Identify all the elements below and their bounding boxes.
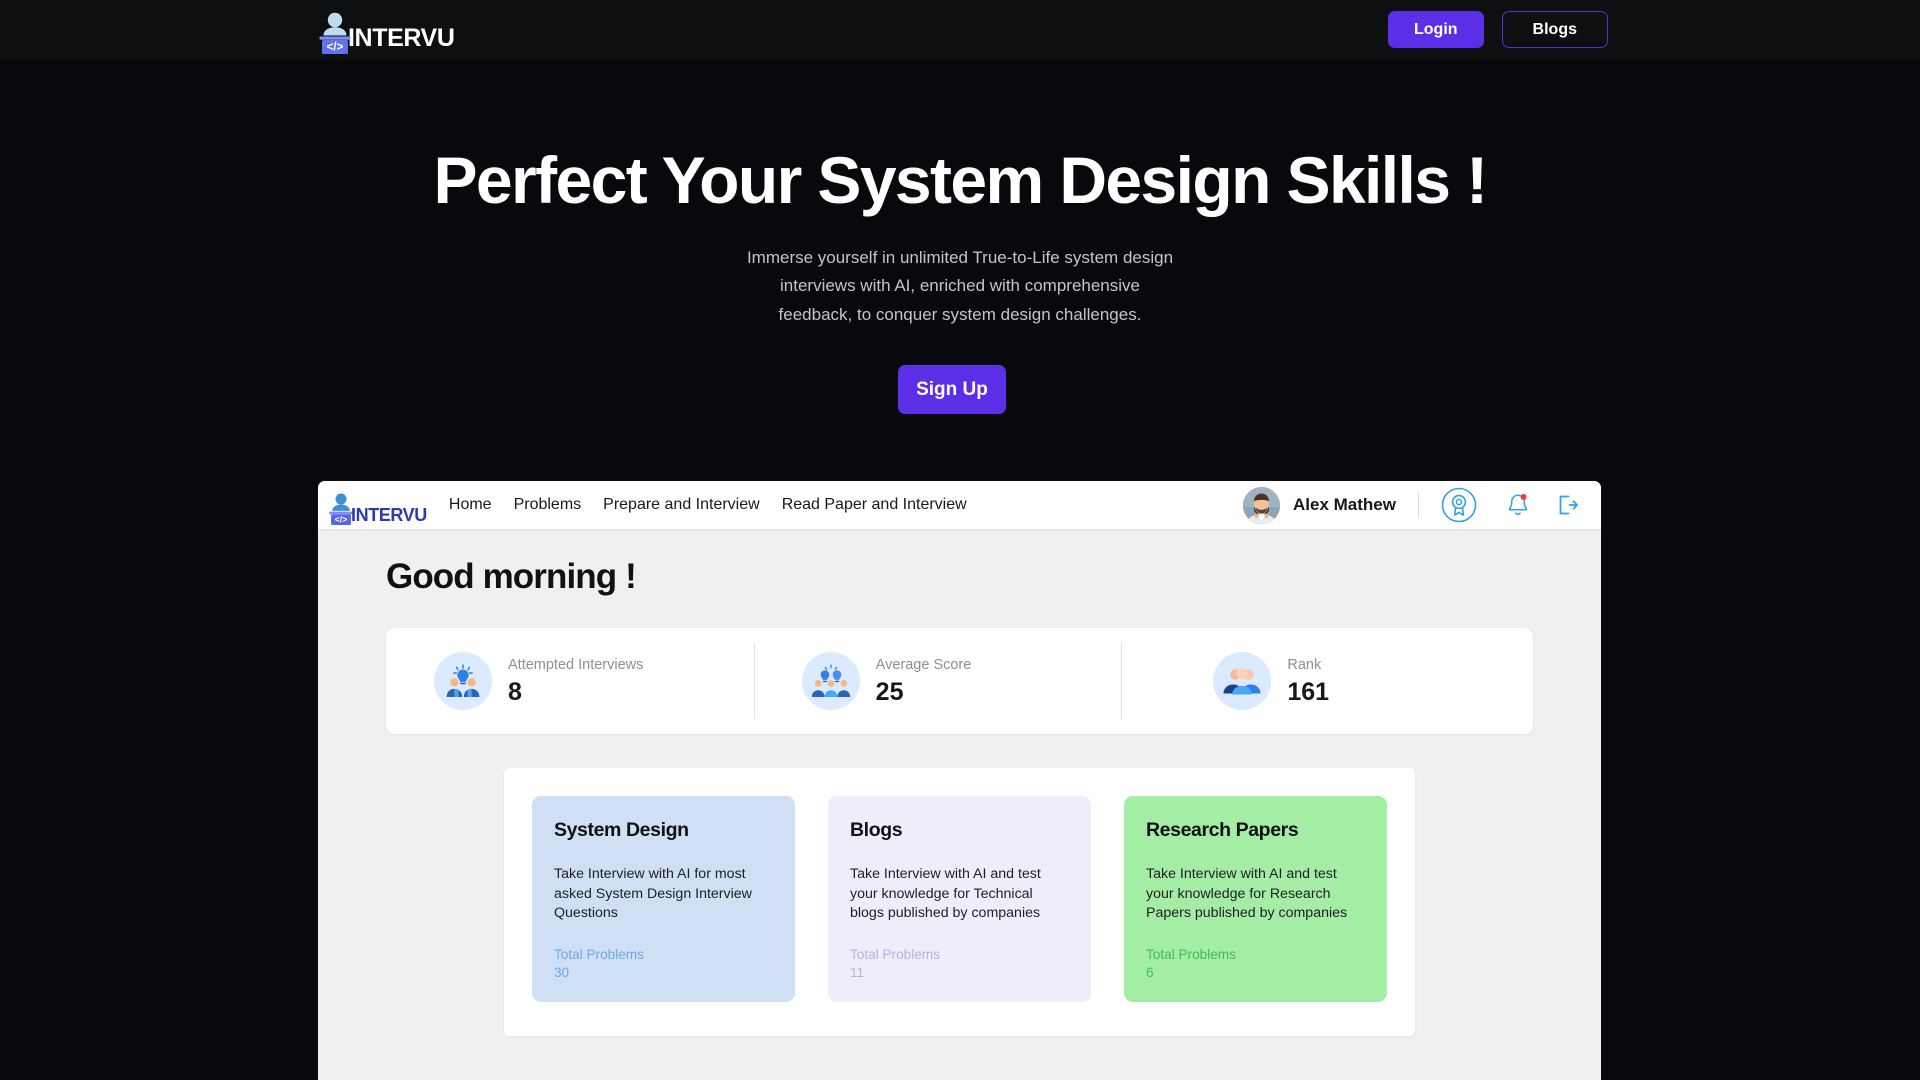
stat-label: Attempted Interviews [508,656,644,673]
brand-logo[interactable]: </> INTERVU [318,5,455,55]
stat-average-score: Average Score 25 [753,628,1122,734]
svg-text:</>: </> [327,41,344,53]
stat-label: Rank [1287,656,1322,673]
stat-value: 8 [508,677,522,706]
brand-name: INTERVU [348,24,455,52]
stats-summary-card: Attempted Interviews 8 Average Score 25 … [386,628,1533,734]
stat-rank: Rank 161 [1121,628,1533,734]
nav-link-prepare-and-interview[interactable]: Prepare and Interview [603,496,760,514]
stat-text: Average Score 25 [876,656,972,706]
card-meta: Total Problems 30 [554,924,773,982]
nav-link-read-paper-and-interview[interactable]: Read Paper and Interview [782,496,967,514]
topbar-actions: Login Blogs [1388,11,1608,48]
landing-page: </> INTERVU Login Blogs Perfect Your Sys… [0,0,1920,1080]
avatar[interactable] [1243,486,1281,524]
top-navbar: </> INTERVU Login Blogs [0,0,1920,60]
card-meta-value: 6 [1146,964,1154,980]
hero-subtitle: Immerse yourself in unlimited True-to-Li… [746,247,1174,324]
hero-title: Perfect Your System Design Skills ! [433,143,1489,217]
card-meta-value: 30 [554,964,570,980]
user-name[interactable]: Alex Mathew [1293,495,1396,515]
card-title: Blogs [850,819,903,841]
stat-value: 25 [875,677,904,706]
card-meta-value: 11 [850,964,865,980]
card-meta: Total Problems 11 [850,924,1069,982]
stat-text: Attempted Interviews 8 [508,656,643,706]
card-research-papers[interactable]: Research Papers Take Interview with AI a… [1124,796,1387,1002]
card-description: Take Interview with AI for most asked Sy… [554,866,752,921]
card-meta-label: Total Problems [554,946,644,962]
award-badge-icon[interactable] [1441,487,1477,523]
group-people-icon [1213,652,1272,710]
nav-link-home[interactable]: Home [449,496,492,514]
card-meta: Total Problems 6 [1146,924,1365,982]
svg-text:</>: </> [335,514,348,524]
dashboard-nav-links: Home Problems Prepare and Interview Read… [449,496,967,514]
greeting-heading: Good morning ! [386,557,637,596]
nav-link-problems[interactable]: Problems [514,496,582,514]
stat-attempted-interviews: Attempted Interviews 8 [386,628,754,734]
dashboard-brand-logo[interactable]: </> INTERVU [328,483,427,527]
nav-divider [1418,492,1419,518]
person-podium-code-icon: </> [318,11,352,55]
dashboard-navbar: </> INTERVU Home Problems Prepare and In… [318,481,1601,529]
notification-bell-icon[interactable] [1507,492,1529,518]
card-description: Take Interview with AI and test your kno… [1146,866,1348,921]
card-meta-label: Total Problems [1146,946,1236,962]
card-system-design[interactable]: System Design Take Interview with AI for… [532,796,795,1002]
dashboard-body: Good morning ! Attempted Interviews 8 Av… [318,557,1601,1036]
hero-cta-wrapper: Sign Up [0,365,1920,415]
stat-text: Rank 161 [1287,656,1329,706]
card-description: Take Interview with AI and test your kno… [850,866,1041,921]
group-lightbulbs-icon [801,652,860,710]
dashboard-brand-name: INTERVU [351,505,427,525]
dashboard-nav-right: Alex Mathew [1243,486,1579,524]
card-meta-label: Total Problems [850,946,940,962]
dashboard-preview: </> INTERVU Home Problems Prepare and In… [318,481,1601,1080]
blogs-button[interactable]: Blogs [1501,11,1608,48]
card-blogs[interactable]: Blogs Take Interview with AI and test yo… [828,796,1091,1002]
card-title: System Design [554,819,689,841]
logout-icon[interactable] [1555,493,1579,517]
product-cards-panel: System Design Take Interview with AI for… [504,768,1415,1036]
hero-section: Perfect Your System Design Skills ! Imme… [0,60,1920,415]
people-lightbulb-icon [434,652,492,710]
card-title: Research Papers [1146,819,1299,841]
sign-up-button[interactable]: Sign Up [898,365,1006,415]
stat-value: 161 [1287,677,1330,706]
stat-label: Average Score [875,656,972,673]
login-button[interactable]: Login [1388,11,1484,48]
